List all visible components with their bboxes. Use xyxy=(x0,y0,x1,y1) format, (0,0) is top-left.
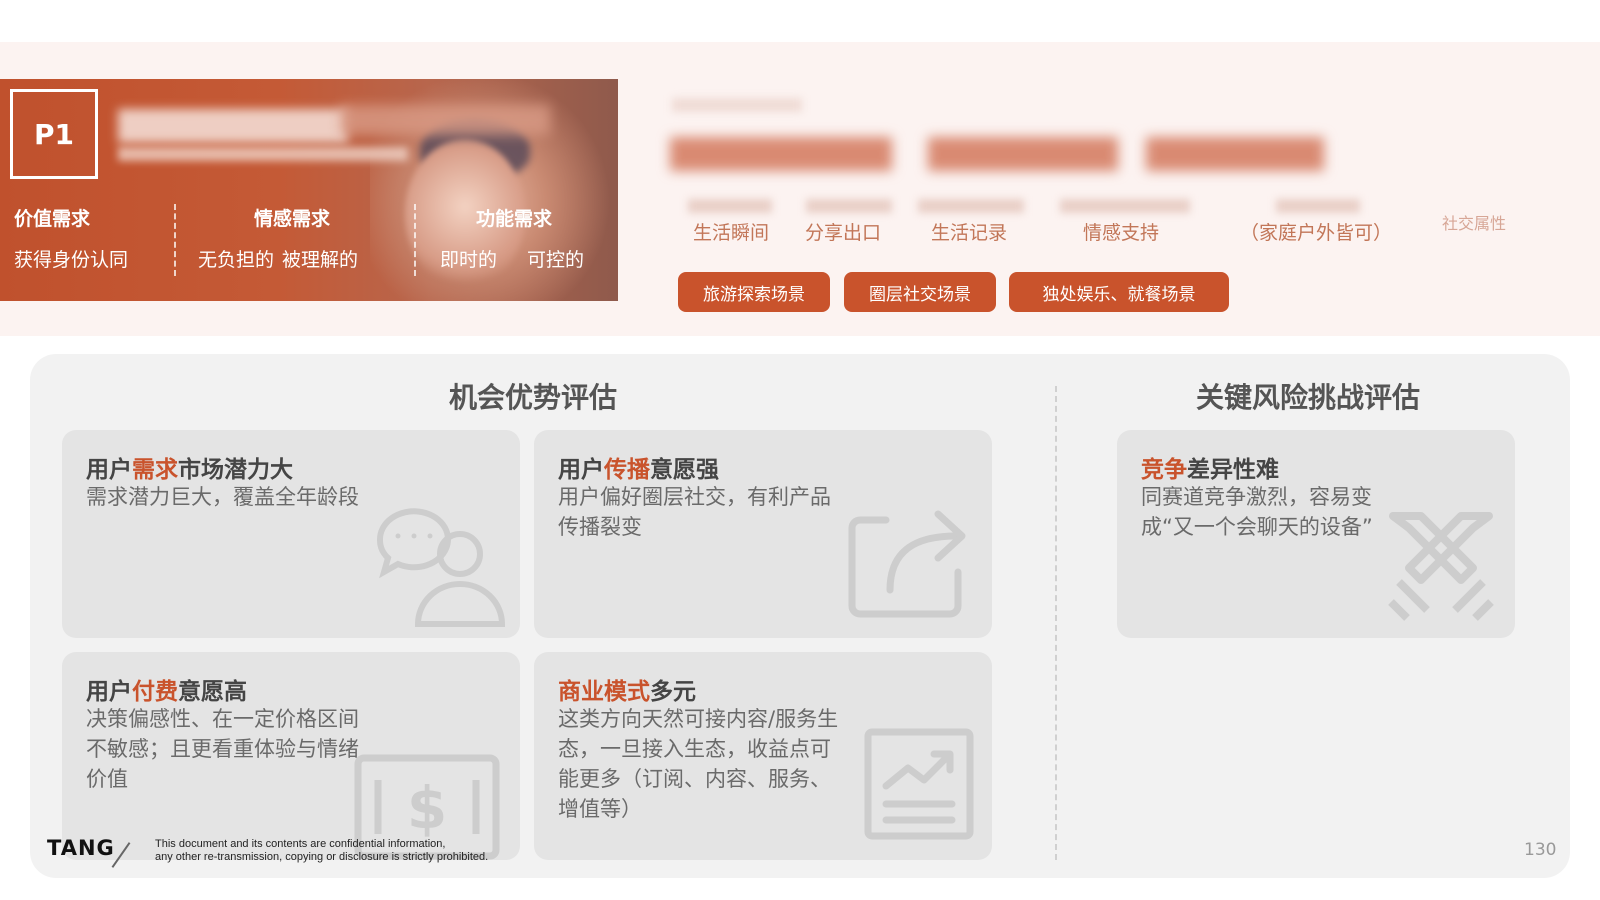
need-item: 即时的 xyxy=(440,249,498,271)
need-title: 情感需求 xyxy=(254,208,331,230)
persona-badge: P1 xyxy=(10,89,98,179)
opportunity-title: 机会优势评估 xyxy=(449,381,618,414)
need-title: 价值需求 xyxy=(14,208,91,230)
scene-label-extra: 社交属性 xyxy=(1442,214,1507,233)
confidentiality-line: This document and its contents are confi… xyxy=(155,838,446,850)
crossed-swords-icon xyxy=(1388,512,1494,621)
scenario-pill-travel: 旅游探索场景 xyxy=(678,272,830,312)
card-title: 竞争差异性难 xyxy=(1141,450,1279,484)
risk-title: 关键风险挑战评估 xyxy=(1196,381,1421,414)
scene-label: 分享出口 xyxy=(805,222,882,244)
need-item: 无负担的 xyxy=(198,249,275,271)
opportunity-card-business: 商业模式多元 这类方向天然可接内容/服务生态，一旦接入生态，收益点可能更多（订阅… xyxy=(534,652,992,860)
need-item: 可控的 xyxy=(527,249,585,271)
opportunity-card-spread: 用户传播意愿强 用户偏好圈层社交，有利产品传播裂变 xyxy=(534,430,992,638)
risk-card-competition: 竞争差异性难 同赛道竞争激烈，容易变成“又一个会聊天的设备” xyxy=(1117,430,1515,638)
section-divider xyxy=(1055,386,1057,860)
redacted-heading xyxy=(670,137,892,171)
confidentiality-note: This document and its contents are confi… xyxy=(155,838,488,864)
redacted-label xyxy=(918,199,1024,213)
redacted-label xyxy=(806,199,892,213)
opportunity-card-demand: 用户需求市场潜力大 需求潜力巨大，覆盖全年龄段 xyxy=(62,430,520,638)
card-title: 用户付费意愿高 xyxy=(86,672,247,706)
redacted-label xyxy=(688,199,772,213)
card-body: 需求潜力巨大，覆盖全年龄段 xyxy=(86,485,359,509)
confidentiality-line: any other re-transmission, copying or di… xyxy=(155,851,489,863)
redacted-title xyxy=(118,109,348,143)
user-chat-icon xyxy=(376,508,506,627)
card-title: 用户传播意愿强 xyxy=(558,450,719,484)
card-title-highlight: 需求 xyxy=(132,457,178,483)
card-title-highlight: 竞争 xyxy=(1141,457,1187,483)
redacted-heading xyxy=(1146,137,1324,171)
scenario-pill-social: 圈层社交场景 xyxy=(844,272,996,312)
card-title-pre: 用户 xyxy=(558,457,604,483)
redacted-title-2 xyxy=(340,105,550,135)
card-title-post: 意愿强 xyxy=(650,457,719,483)
card-body: 这类方向天然可接内容/服务生态，一旦接入生态，收益点可能更多（订阅、内容、服务、… xyxy=(558,707,839,821)
need-emotion: 情感需求 无负担的 被理解的 xyxy=(198,204,358,272)
card-title-post: 多元 xyxy=(650,679,696,705)
card-title-pre: 用户 xyxy=(86,679,132,705)
share-icon xyxy=(848,510,966,618)
card-title-post: 差异性难 xyxy=(1187,457,1279,483)
need-item: 被理解的 xyxy=(282,249,359,271)
redacted-label xyxy=(1276,199,1360,213)
card-body: 决策偏感性、在一定价格区间不敏感；且更看重体验与情绪价值 xyxy=(86,707,359,791)
scene-label: 生活瞬间 xyxy=(693,222,770,244)
persona-banner: P1 价值需求 获得身份认同 情感需求 无负担的 被理解的 功能需求 即时的 可控的 xyxy=(0,79,618,301)
need-value: 价值需求 获得身份认同 xyxy=(14,204,128,272)
card-title-highlight: 传播 xyxy=(604,457,650,483)
need-title: 功能需求 xyxy=(476,208,553,230)
redacted-heading xyxy=(928,137,1118,171)
card-title-highlight: 商业模式 xyxy=(558,679,650,705)
card-body: 用户偏好圈层社交，有利产品传播裂变 xyxy=(558,485,831,539)
opportunity-card-pay: 用户付费意愿高 决策偏感性、在一定价格区间不敏感；且更看重体验与情绪价值 $ xyxy=(62,652,520,860)
card-title-pre: 用户 xyxy=(86,457,132,483)
need-divider xyxy=(174,204,176,276)
card-title: 商业模式多元 xyxy=(558,672,696,706)
card-title-post: 意愿高 xyxy=(178,679,247,705)
need-function: 功能需求 即时的 可控的 xyxy=(440,204,584,272)
scene-label: 生活记录 xyxy=(931,222,1008,244)
need-item: 获得身份认同 xyxy=(14,249,129,271)
redacted-small-heading xyxy=(672,98,802,112)
scene-label: （家庭户外皆可） xyxy=(1240,222,1393,244)
card-body: 同赛道竞争激烈，容易变成“又一个会聊天的设备” xyxy=(1141,485,1373,539)
need-divider xyxy=(414,204,416,276)
redacted-label xyxy=(1060,199,1190,213)
scene-label: 情感支持 xyxy=(1083,222,1160,244)
card-title: 用户需求市场潜力大 xyxy=(86,450,293,484)
svg-text:$: $ xyxy=(407,774,447,842)
brand-logo: TANG xyxy=(47,836,115,860)
chart-board-icon xyxy=(864,728,974,840)
card-title-post: 市场潜力大 xyxy=(178,457,293,483)
card-title-highlight: 付费 xyxy=(132,679,178,705)
scenario-pill-solo: 独处娱乐、就餐场景 xyxy=(1009,272,1229,312)
page-number: 130 xyxy=(1524,840,1557,860)
redacted-subtitle xyxy=(118,147,408,161)
